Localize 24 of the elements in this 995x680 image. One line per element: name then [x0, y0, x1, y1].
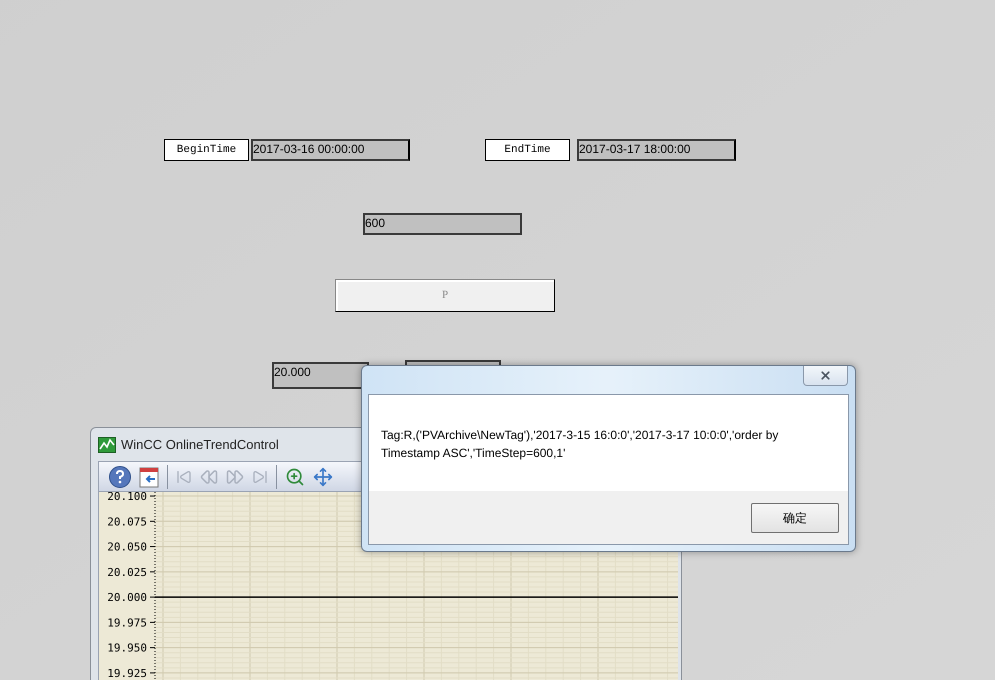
input-field[interactable]: 2017-03-17 18:00:00	[577, 139, 736, 161]
axis-label: 20.050	[107, 540, 147, 554]
axis-label: 20.000	[107, 591, 147, 604]
message-text: Tag:R,('PVArchive\NewTag'),'2017-3-15 16:0:0','2017-3-17 10:0:0','order by Timestamp ASC','TimeStep=600,1'	[381, 427, 780, 462]
input-field[interactable]: 20.000	[272, 362, 369, 389]
move-icon[interactable]	[313, 466, 333, 486]
close-icon	[819, 369, 832, 382]
field-label: BeginTime	[164, 139, 249, 161]
field-label: EndTime	[485, 139, 570, 161]
axis-label: 20.100	[107, 492, 147, 504]
zoom-icon[interactable]	[285, 466, 305, 486]
help-button[interactable]	[109, 466, 131, 488]
trend-chart-icon	[98, 436, 116, 452]
axis-label: 19.975	[107, 616, 147, 630]
close-button[interactable]	[803, 366, 848, 386]
help-icon	[115, 470, 125, 484]
input-field[interactable]: 2017-03-16 00:00:00	[251, 139, 410, 161]
ok-button[interactable]: 确定	[751, 502, 839, 532]
axis-label: 19.925	[107, 666, 147, 680]
window-title: WinCC OnlineTrendControl	[121, 436, 279, 454]
axis-label: 20.025	[107, 566, 147, 579]
axis-label: 20.075	[107, 515, 147, 528]
axis-label: 19.950	[107, 642, 147, 655]
input-field[interactable]: 600	[363, 213, 522, 235]
